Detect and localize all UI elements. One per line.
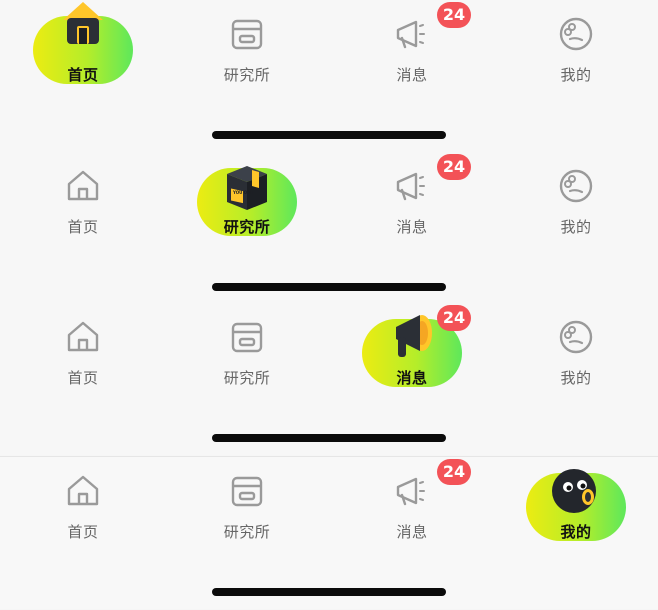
tab-home[interactable]: 首页 [23, 303, 143, 403]
tab-label-lab: 研究所 [223, 523, 271, 541]
tab-label-home: 首页 [67, 66, 99, 84]
megaphone-icon [396, 20, 425, 49]
box-icon [231, 322, 263, 353]
house-icon [67, 170, 99, 201]
tab-label-messages: 消息 [396, 369, 428, 387]
tab-messages[interactable]: 24 消息 [352, 152, 472, 252]
tab-bar-state-me: 首页 研究所 24 消息 我的 [0, 456, 658, 609]
tab-bar-state-lab: 首页 YOU ONE 研究所 24 消息 我的 [0, 152, 658, 304]
home-indicator [212, 283, 446, 291]
tab-label-messages: 消息 [396, 218, 428, 236]
megaphone-3d-icon [396, 315, 432, 357]
box-3d-icon-text: YOU ONE [232, 190, 254, 195]
tab-home[interactable]: 首页 [23, 457, 143, 557]
house-3d-icon [63, 2, 103, 44]
tab-label-lab: 研究所 [223, 66, 271, 84]
megaphone-icon [396, 172, 425, 201]
tab-label-messages: 消息 [396, 66, 428, 84]
tab-me[interactable]: 我的 [516, 0, 636, 100]
tab-lab[interactable]: 研究所 [187, 303, 307, 403]
tab-messages[interactable]: 24 消息 [352, 303, 472, 403]
message-count-badge: 24 [437, 305, 471, 331]
face-icon [559, 17, 593, 51]
house-icon [67, 321, 99, 352]
house-icon [67, 475, 99, 506]
box-3d-icon: YOU ONE [227, 166, 267, 210]
tab-messages[interactable]: 24 消息 [352, 0, 472, 100]
megaphone-icon [396, 477, 425, 506]
message-count-badge: 24 [437, 154, 471, 180]
character-face-3d-icon [552, 469, 596, 513]
tab-home[interactable]: 首页 [23, 0, 143, 100]
tab-label-messages: 消息 [396, 523, 428, 541]
tab-messages[interactable]: 24 消息 [352, 457, 472, 557]
tab-label-me: 我的 [560, 218, 592, 236]
tab-lab[interactable]: YOU ONE 研究所 [187, 152, 307, 252]
face-icon [559, 320, 593, 354]
tab-label-me: 我的 [560, 523, 592, 541]
home-indicator [212, 434, 446, 442]
tab-me[interactable]: 我的 [516, 457, 636, 557]
tab-label-home: 首页 [67, 218, 99, 236]
tab-label-lab: 研究所 [223, 369, 271, 387]
tab-label-lab: 研究所 [223, 218, 271, 236]
home-indicator [212, 131, 446, 139]
tab-label-home: 首页 [67, 523, 99, 541]
box-icon [231, 476, 263, 507]
tab-label-home: 首页 [67, 369, 99, 387]
tab-bar-state-messages: 首页 研究所 24 消息 我的 [0, 303, 658, 455]
tab-lab[interactable]: 研究所 [187, 0, 307, 100]
message-count-badge: 24 [437, 2, 471, 28]
tab-home[interactable]: 首页 [23, 152, 143, 252]
home-indicator [212, 588, 446, 596]
tab-label-me: 我的 [560, 66, 592, 84]
message-count-badge: 24 [437, 459, 471, 485]
face-icon [559, 169, 593, 203]
tab-bar-state-home: 首页 研究所 24 消息 我的 [0, 0, 658, 152]
box-icon [231, 19, 263, 50]
tab-me[interactable]: 我的 [516, 303, 636, 403]
tab-lab[interactable]: 研究所 [187, 457, 307, 557]
tab-label-me: 我的 [560, 369, 592, 387]
tab-me[interactable]: 我的 [516, 152, 636, 252]
